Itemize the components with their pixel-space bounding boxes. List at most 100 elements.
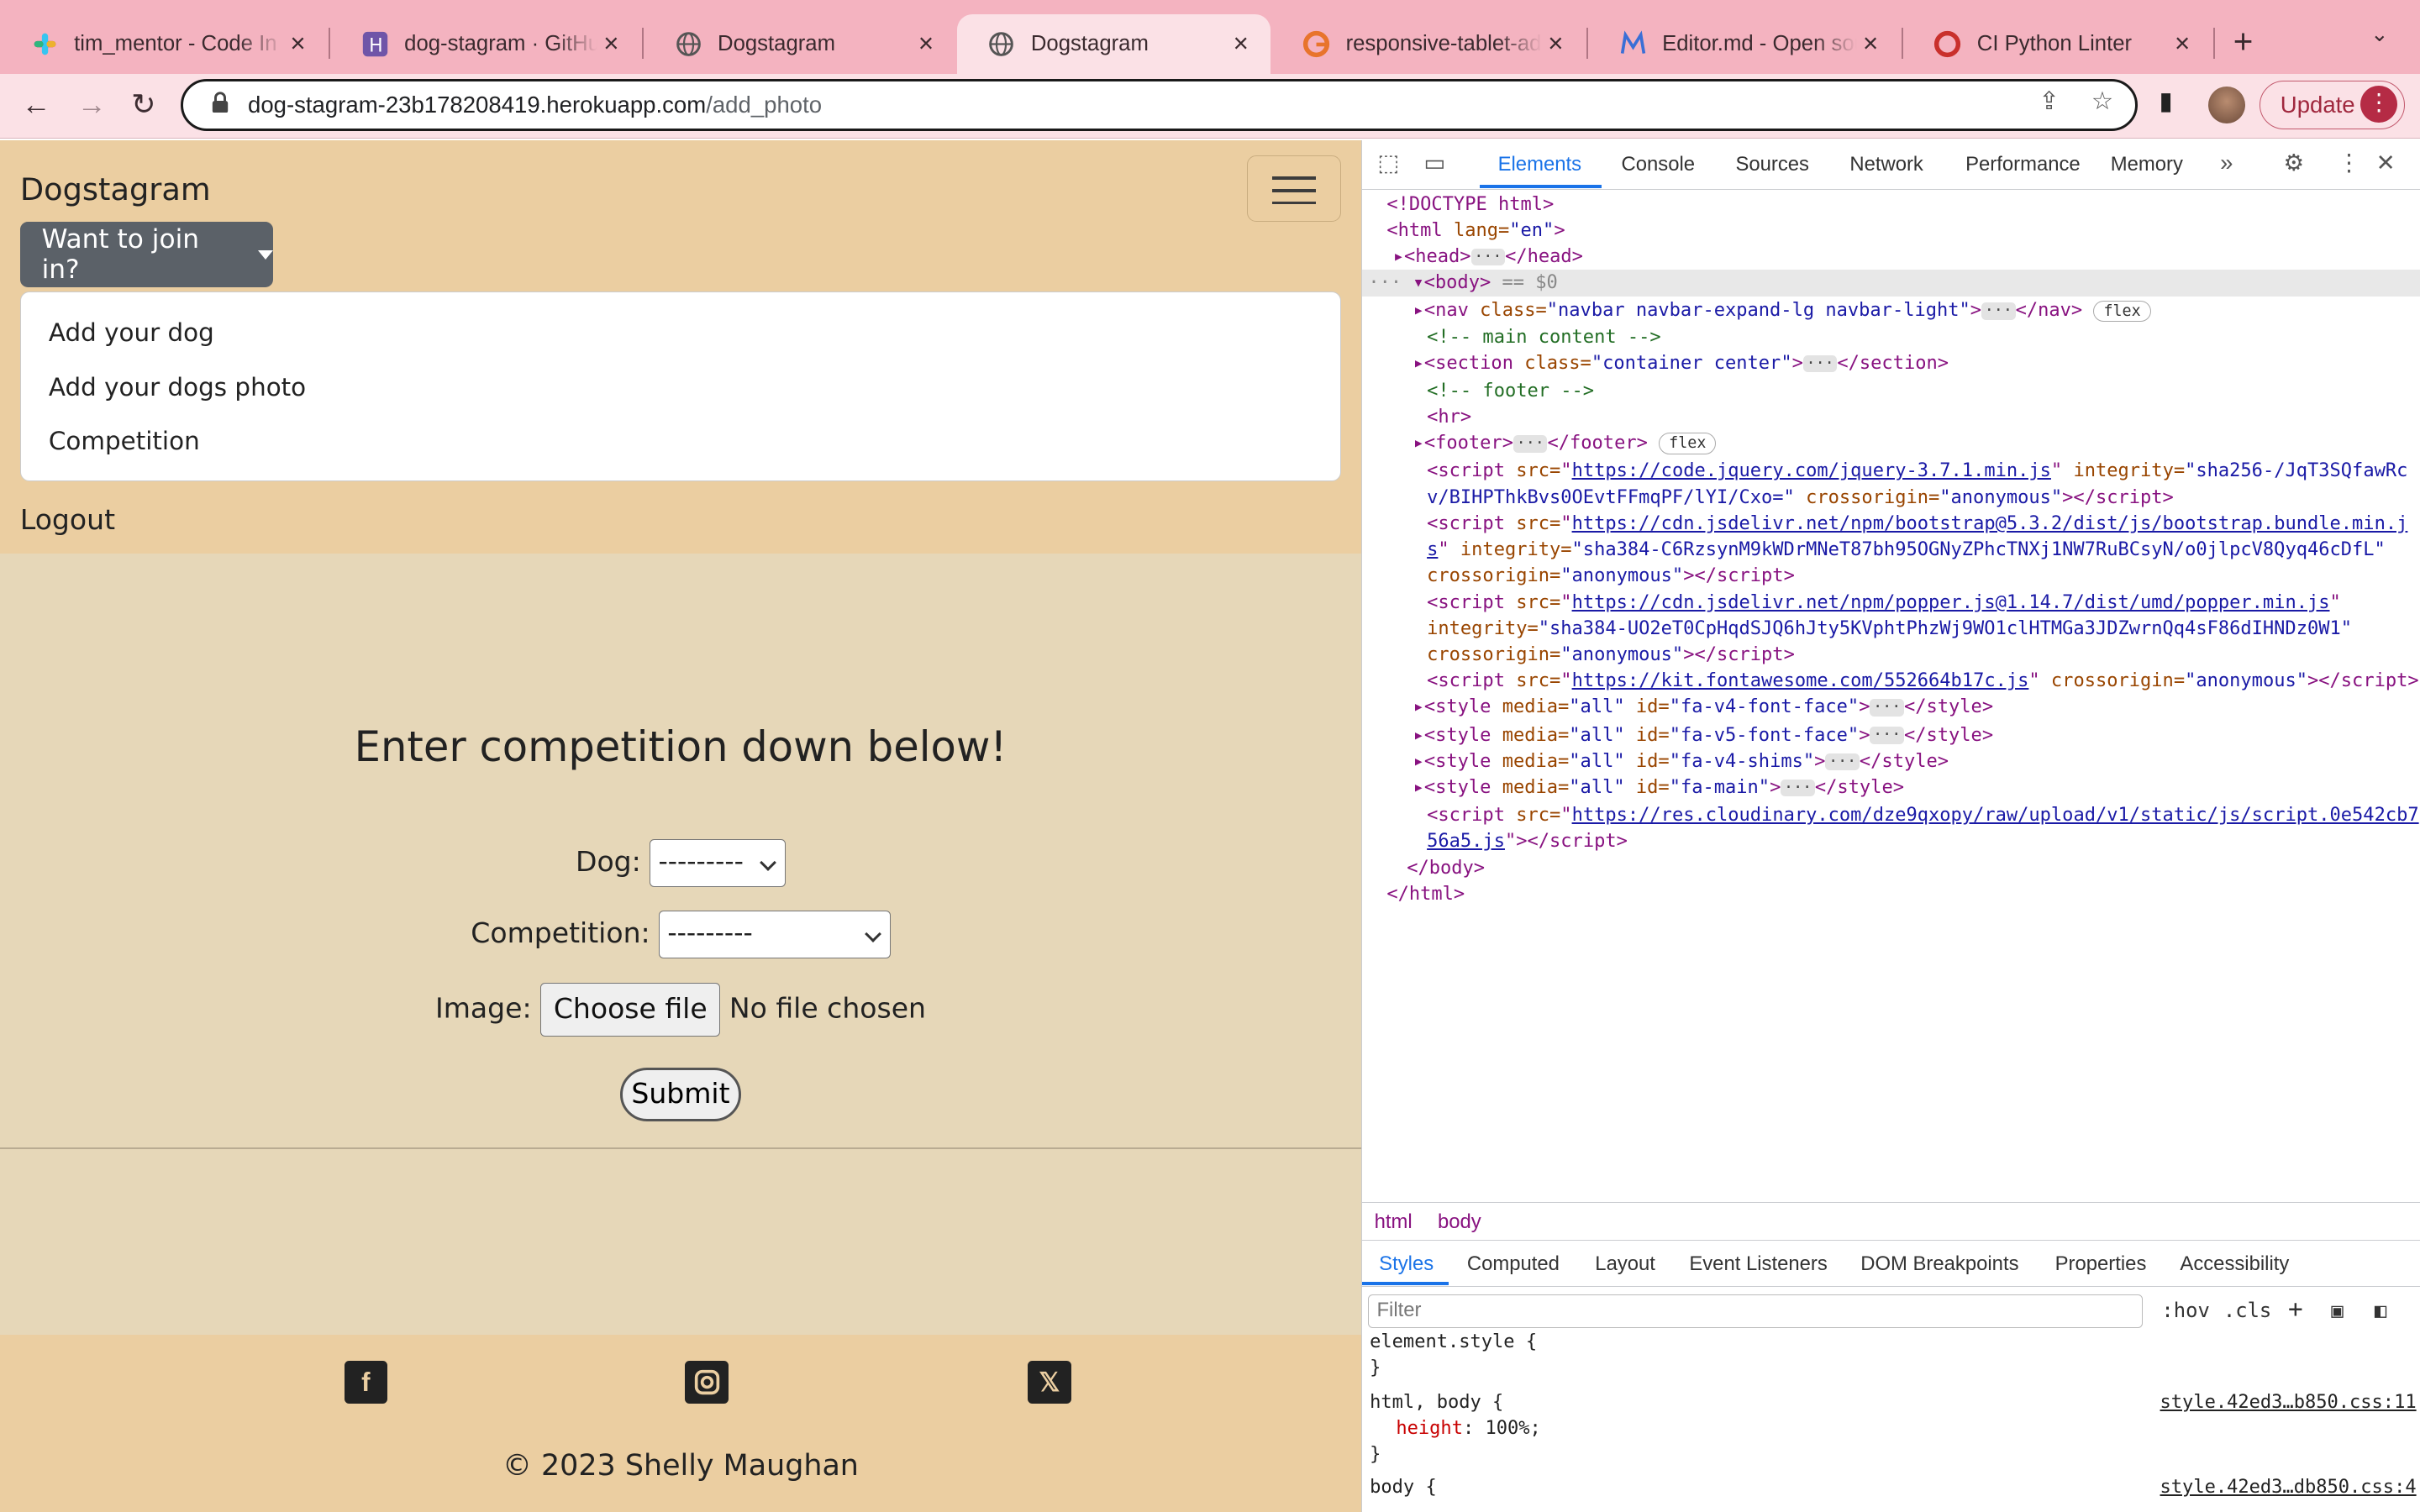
cls-toggle[interactable]: .cls: [2223, 1299, 2271, 1322]
browser-tab[interactable]: Editor.md - Open sou ×: [1588, 14, 1900, 75]
dom-node[interactable]: ▸<footer> ··· </footer> flex: [1413, 430, 1717, 457]
close-tab-icon[interactable]: ×: [284, 29, 312, 59]
browser-tab[interactable]: tim_mentor - Code In ×: [0, 14, 327, 75]
dom-node[interactable]: ▸<style media="all" id="fa-main"> ··· </st…: [1413, 774, 1904, 801]
avatar[interactable]: [2208, 86, 2246, 123]
dom-node[interactable]: ▸<style media="all" id="fa-v5-font-face"…: [1413, 722, 1994, 749]
breadcrumb-body[interactable]: body: [1438, 1210, 1481, 1234]
dom-node[interactable]: </html>: [1386, 881, 1465, 908]
close-tab-icon[interactable]: ×: [2169, 29, 2196, 59]
styles-filter-input[interactable]: Filter: [1368, 1294, 2144, 1329]
css-selector[interactable]: body {: [1370, 1477, 1437, 1498]
browser-tab[interactable]: Dogstagram ×: [644, 14, 955, 75]
join-dropdown-button[interactable]: Want to join in?: [19, 222, 274, 287]
browser-tab[interactable]: H dog-stagram · GitHub ×: [330, 14, 640, 75]
tab-layout[interactable]: Layout: [1595, 1252, 1655, 1276]
css-declaration[interactable]: height: 100%;: [1396, 1418, 1540, 1439]
tab-network[interactable]: Network: [1849, 153, 1923, 176]
tab-console[interactable]: Console: [1622, 153, 1696, 176]
forward-icon[interactable]: →: [77, 88, 107, 122]
x-twitter-icon[interactable]: 𝕏: [1028, 1360, 1071, 1404]
dom-node[interactable]: </body>: [1407, 855, 1485, 882]
menu-item-competition[interactable]: Competition: [49, 427, 200, 455]
dom-node[interactable]: <script src="https://code.jquery.com/jqu…: [1427, 458, 2407, 485]
tab-accessibility[interactable]: Accessibility: [2180, 1252, 2289, 1276]
tab-computed[interactable]: Computed: [1467, 1252, 1560, 1276]
more-tabs-icon[interactable]: »: [2220, 150, 2233, 176]
menu-item-add-dog[interactable]: Add your dog: [49, 318, 214, 347]
dom-node[interactable]: <html lang="en">: [1386, 218, 1565, 244]
dom-node-selected[interactable]: ··· ▾<body> == $0: [1368, 270, 1558, 297]
close-tab-icon[interactable]: ×: [1227, 29, 1255, 59]
new-tab-icon[interactable]: +: [2233, 22, 2254, 61]
close-tab-icon[interactable]: ×: [1542, 29, 1570, 59]
close-tab-icon[interactable]: ×: [1857, 29, 1885, 59]
css-selector[interactable]: element.style {: [1370, 1331, 1537, 1352]
css-selector[interactable]: html, body {: [1370, 1392, 1503, 1413]
brand-link[interactable]: Dogstagram: [20, 171, 211, 207]
add-rule-icon[interactable]: +: [2288, 1294, 2303, 1323]
paint-icon[interactable]: ▣: [2331, 1299, 2343, 1322]
tab-styles[interactable]: Styles: [1379, 1252, 1434, 1276]
dom-node[interactable]: s" integrity="sha384-C6RzsynM9kWDrMNeT87…: [1427, 537, 2386, 564]
dom-node[interactable]: <script src="https://cdn.jsdelivr.net/np…: [1427, 511, 2407, 538]
side-panel-icon[interactable]: ▮: [2160, 87, 2173, 116]
more-icon[interactable]: ⋮: [2360, 86, 2398, 123]
bookmark-star-icon[interactable]: ☆: [2091, 87, 2113, 116]
close-tab-icon[interactable]: ×: [597, 29, 625, 59]
submit-button[interactable]: Submit: [620, 1067, 741, 1122]
facebook-icon[interactable]: f: [344, 1360, 387, 1404]
dog-select[interactable]: ---------: [650, 839, 786, 888]
tab-elements[interactable]: Elements: [1498, 153, 1581, 176]
back-icon[interactable]: ←: [22, 88, 51, 122]
dom-node[interactable]: <script src="https://res.cloudinary.com/…: [1427, 802, 2419, 829]
close-icon[interactable]: ✕: [2376, 150, 2396, 176]
dom-node[interactable]: ▸<head> ··· </head>: [1393, 244, 1583, 270]
kebab-menu-icon[interactable]: ⋮: [2338, 150, 2361, 176]
css-source-link[interactable]: style.42ed3…b850.css:11: [2160, 1392, 2417, 1413]
address-bar[interactable]: dog-stagram-23b178208419.herokuapp.com/a…: [180, 78, 2138, 132]
reload-icon[interactable]: ↻: [131, 88, 155, 122]
dom-node[interactable]: <!-- main content -->: [1427, 324, 1661, 351]
close-tab-icon[interactable]: ×: [912, 29, 939, 59]
breadcrumb-html[interactable]: html: [1375, 1210, 1413, 1234]
tab-dom-breakpoints[interactable]: DOM Breakpoints: [1860, 1252, 2018, 1276]
dom-node[interactable]: ▸<style media="all" id="fa-v4-shims"> ···…: [1413, 748, 1949, 775]
hov-toggle[interactable]: :hov: [2161, 1299, 2209, 1322]
dom-node[interactable]: <!DOCTYPE html>: [1386, 192, 1554, 218]
css-source-link[interactable]: style.42ed3…db850.css:4: [2160, 1477, 2417, 1498]
share-icon[interactable]: ⇪: [2039, 87, 2060, 116]
dom-node[interactable]: <script src="https://kit.fontawesome.com…: [1427, 668, 2419, 695]
sidebar-toggle-icon[interactable]: ◧: [2375, 1299, 2386, 1322]
dom-node[interactable]: ▸<nav class="navbar navbar-expand-lg nav…: [1413, 297, 2151, 324]
dom-node[interactable]: ▸<style media="all" id="fa-v4-font-face"…: [1413, 694, 1994, 721]
dom-node[interactable]: <script src="https://cdn.jsdelivr.net/np…: [1427, 590, 2341, 617]
browser-tab[interactable]: responsive-tablet-ad ×: [1271, 14, 1585, 75]
competition-select[interactable]: ---------: [659, 910, 891, 958]
dom-node[interactable]: <hr>: [1427, 404, 1471, 431]
tab-memory[interactable]: Memory: [2111, 153, 2183, 176]
dom-node[interactable]: crossorigin="anonymous"></script>: [1427, 642, 1795, 669]
choose-file-button[interactable]: Choose file: [540, 982, 721, 1037]
dom-node[interactable]: <!-- footer -->: [1427, 378, 1594, 405]
update-button[interactable]: Update ⋮: [2259, 80, 2405, 130]
instagram-icon[interactable]: [685, 1360, 729, 1404]
gear-icon[interactable]: ⚙: [2283, 150, 2304, 176]
inspect-element-icon[interactable]: ⬚: [1377, 150, 1399, 176]
logout-link[interactable]: Logout: [20, 503, 115, 536]
dom-node[interactable]: integrity="sha384-UO2eT0CpHqdSJQ6hJty5KV…: [1427, 616, 2352, 643]
dom-node[interactable]: v/BIHPThkBvs0OEvtFFmqPF/lYI/Cxo=" crosso…: [1427, 485, 2174, 512]
dom-node[interactable]: crossorigin="anonymous"></script>: [1427, 563, 1795, 590]
browser-tab-active[interactable]: Dogstagram ×: [956, 13, 1270, 75]
dom-node[interactable]: ▸<section class="container center"> ··· </…: [1413, 350, 1949, 377]
tab-sources[interactable]: Sources: [1735, 153, 1809, 176]
chevron-down-icon[interactable]: ⌄: [2370, 22, 2389, 47]
tab-performance[interactable]: Performance: [1965, 153, 2081, 176]
tab-properties[interactable]: Properties: [2055, 1252, 2147, 1276]
navbar-toggler[interactable]: [1247, 155, 1342, 223]
device-toolbar-icon[interactable]: ▭: [1423, 150, 1445, 176]
menu-item-add-photo[interactable]: Add your dogs photo: [49, 373, 306, 402]
dom-node[interactable]: 56a5.js"></script>: [1427, 828, 1628, 855]
tab-event-listeners[interactable]: Event Listeners: [1689, 1252, 1827, 1276]
browser-tab[interactable]: CI Python Linter ×: [1903, 14, 2212, 75]
